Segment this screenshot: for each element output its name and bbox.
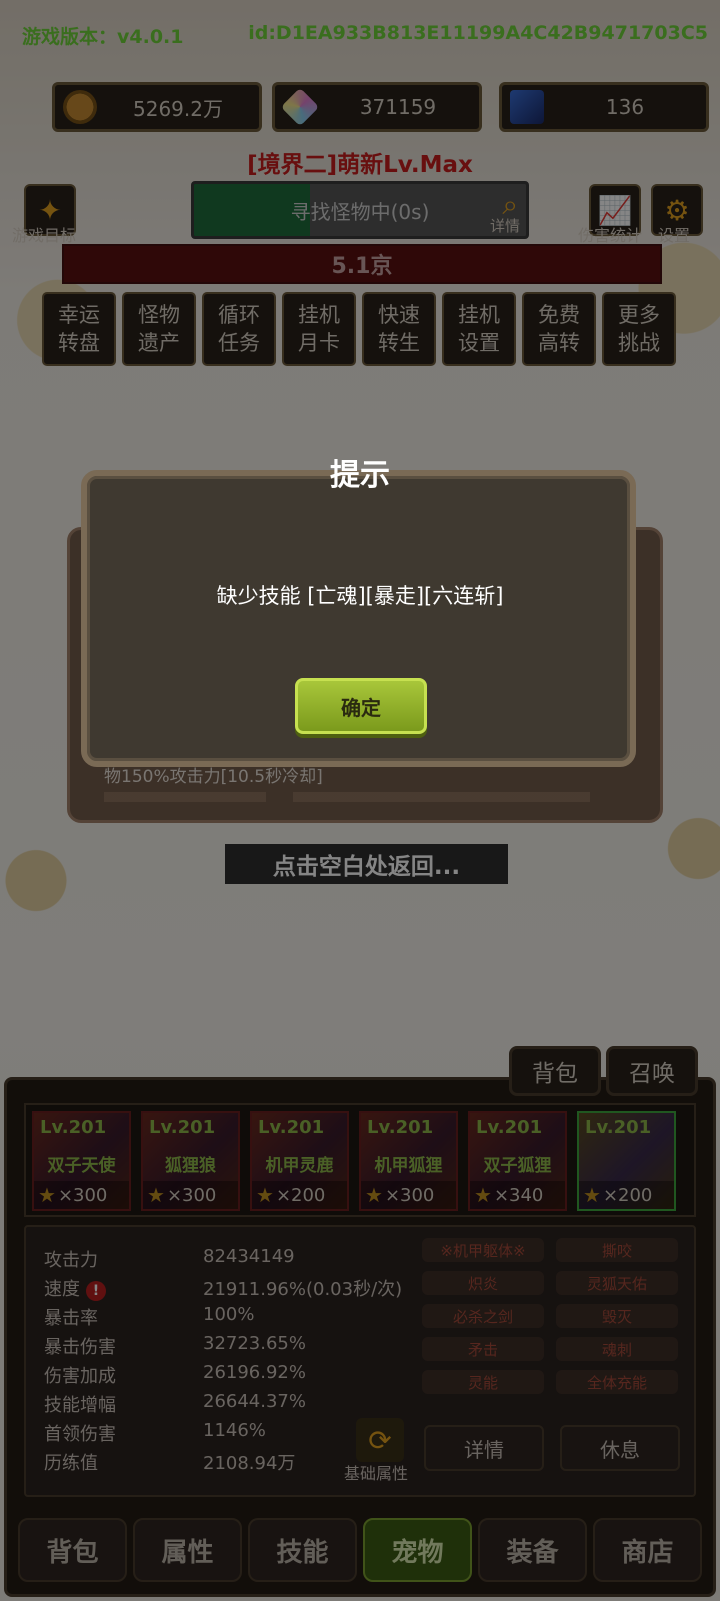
dialog-message: 缺少技能 [亡魂][暴走][六连斩]: [216, 584, 504, 608]
modal-overlay[interactable]: [0, 0, 720, 1601]
dialog-title: 提示: [330, 458, 390, 493]
confirm-button[interactable]: 确定: [295, 678, 427, 734]
